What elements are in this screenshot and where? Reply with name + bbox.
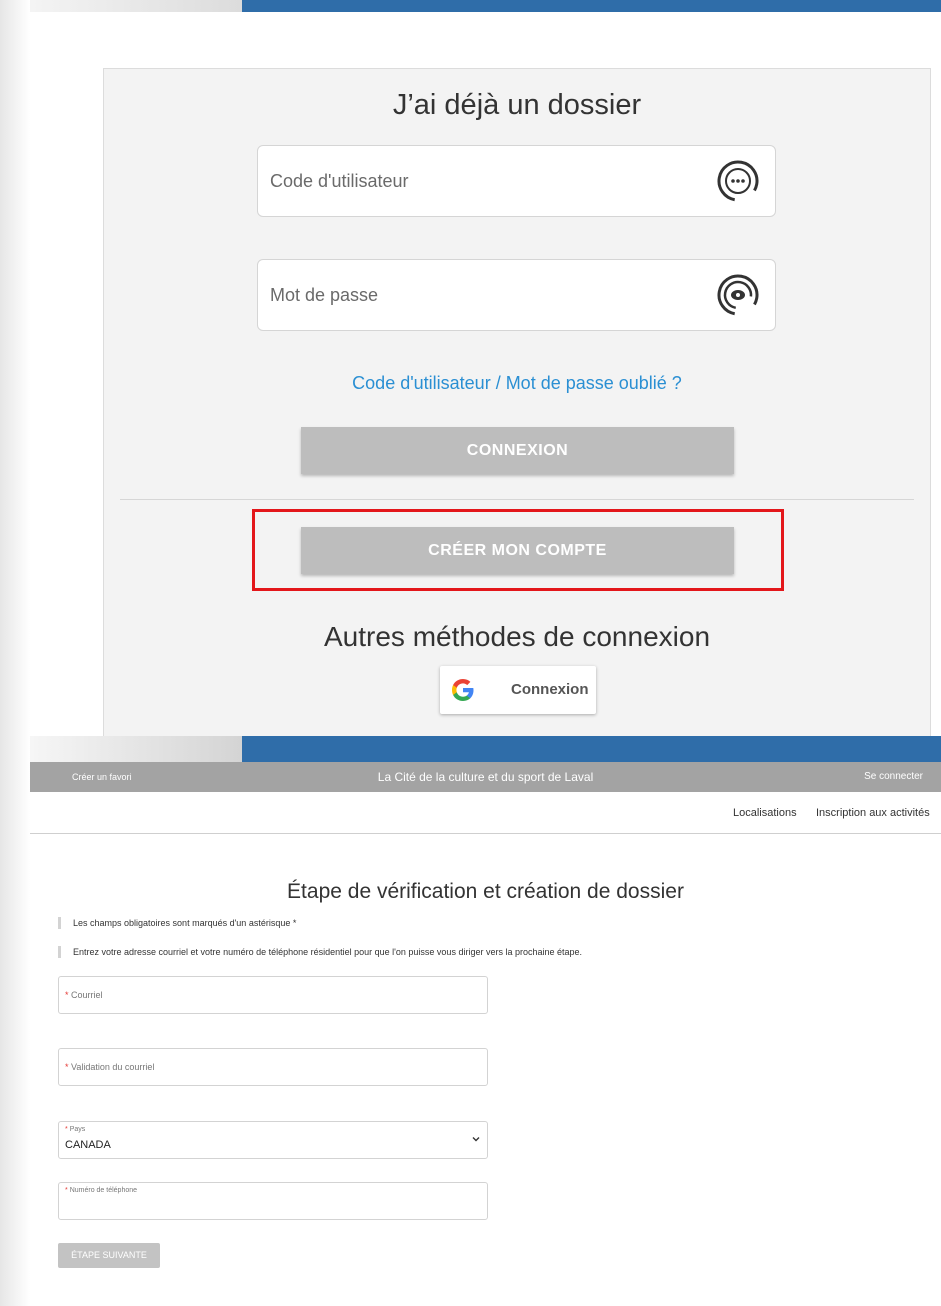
- google-button-label: Connexion: [511, 681, 589, 698]
- site-title: La Cité de la culture et du sport de Lav…: [377, 770, 594, 784]
- nav-item-localisations[interactable]: Localisations: [733, 792, 797, 834]
- create-account-button[interactable]: CRÉER MON COMPTE: [301, 527, 734, 574]
- chevron-down-icon: [472, 1137, 480, 1142]
- email-field[interactable]: * Courriel: [58, 976, 488, 1014]
- required-marker: *: [65, 1062, 69, 1072]
- header-stripe: [30, 0, 242, 12]
- connect-button[interactable]: CONNEXION: [301, 427, 734, 474]
- email-confirm-label-text: Validation du courriel: [71, 1062, 155, 1072]
- country-value: CANADA: [65, 1139, 111, 1151]
- password-field[interactable]: Mot de passe: [257, 259, 776, 331]
- top-blue-bar: [242, 736, 941, 762]
- password-placeholder: Mot de passe: [270, 285, 379, 305]
- email-label-text: Courriel: [71, 990, 103, 1000]
- google-login-button[interactable]: Connexion: [440, 666, 596, 714]
- info-note: Entrez votre adresse courriel et votre n…: [58, 946, 582, 958]
- username-placeholder: Code d'utilisateur: [270, 171, 409, 191]
- password-dots-icon: [717, 160, 759, 202]
- header-stripe: [30, 736, 242, 762]
- forgot-credentials-link[interactable]: Code d'utilisateur / Mot de passe oublié…: [104, 373, 930, 394]
- required-marker: *: [65, 1126, 68, 1133]
- email-confirm-field[interactable]: * Validation du courriel: [58, 1048, 488, 1086]
- nav-bar: Localisations Inscription aux activités: [30, 792, 941, 834]
- email-confirm-label: * Validation du courriel: [65, 1049, 154, 1085]
- login-link[interactable]: Se connecter: [864, 762, 923, 792]
- other-methods-title: Autres méthodes de connexion: [323, 621, 711, 652]
- eye-icon[interactable]: [717, 274, 759, 316]
- phone-label: * Numéro de téléphone: [65, 1187, 137, 1194]
- country-label: * Pays: [65, 1126, 85, 1133]
- page-edge-shadow: [0, 0, 30, 736]
- site-header-bar: Créer un favori La Cité de la culture et…: [30, 762, 941, 792]
- phone-field[interactable]: * Numéro de téléphone: [58, 1182, 488, 1220]
- country-select[interactable]: * Pays CANADA: [58, 1121, 488, 1159]
- username-field[interactable]: Code d'utilisateur: [257, 145, 776, 217]
- page-title: Étape de vérification et création de dos…: [287, 880, 684, 903]
- nav-item-inscription[interactable]: Inscription aux activités: [816, 792, 930, 834]
- next-step-button[interactable]: ÉTAPE SUIVANTE: [58, 1243, 160, 1268]
- top-blue-bar: [242, 0, 941, 12]
- country-label-text: Pays: [69, 1126, 86, 1133]
- email-label: * Courriel: [65, 977, 103, 1013]
- login-title: J’ai déjà un dossier: [392, 89, 642, 121]
- page-edge-shadow: [0, 736, 30, 1306]
- required-marker: *: [65, 1187, 68, 1194]
- required-marker: *: [65, 990, 69, 1000]
- divider: [120, 499, 914, 500]
- login-panel: J’ai déjà un dossier Code d'utilisateur …: [103, 68, 931, 736]
- google-g-icon: [452, 679, 474, 701]
- phone-label-text: Numéro de téléphone: [69, 1187, 138, 1194]
- info-note: Les champs obligatoires sont marqués d'u…: [58, 917, 296, 929]
